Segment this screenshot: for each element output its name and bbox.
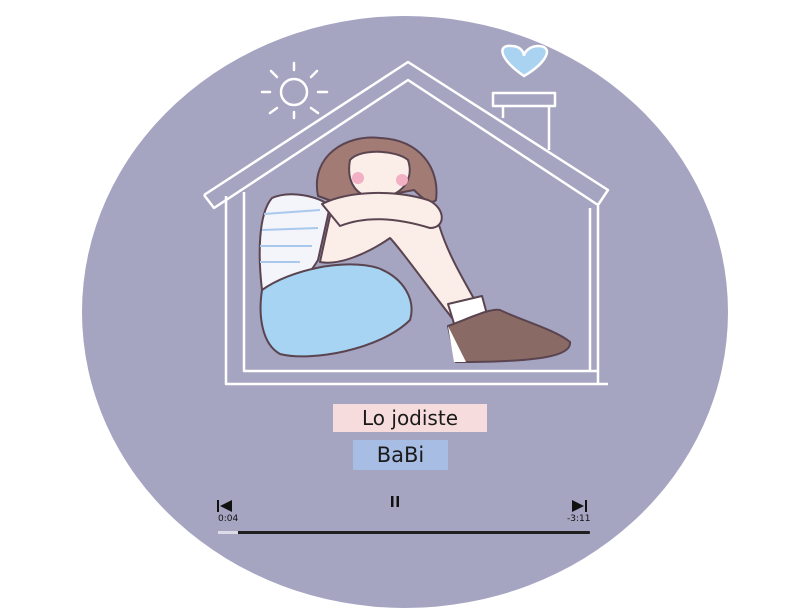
elapsed-time: 0:04 (218, 514, 239, 524)
progress-bar[interactable] (218, 531, 590, 534)
girl-illustration (258, 136, 572, 363)
song-title: Lo jodiste (333, 404, 487, 432)
skip-next-icon[interactable] (570, 498, 588, 514)
sun-icon (260, 61, 329, 120)
artist-name: BaBi (353, 440, 448, 470)
pause-icon[interactable] (387, 494, 403, 510)
album-artwork (203, 44, 610, 386)
skip-previous-icon[interactable] (216, 498, 234, 514)
remaining-time: -3:11 (567, 514, 591, 524)
progress-fill (218, 531, 239, 534)
heart-icon (501, 44, 549, 78)
